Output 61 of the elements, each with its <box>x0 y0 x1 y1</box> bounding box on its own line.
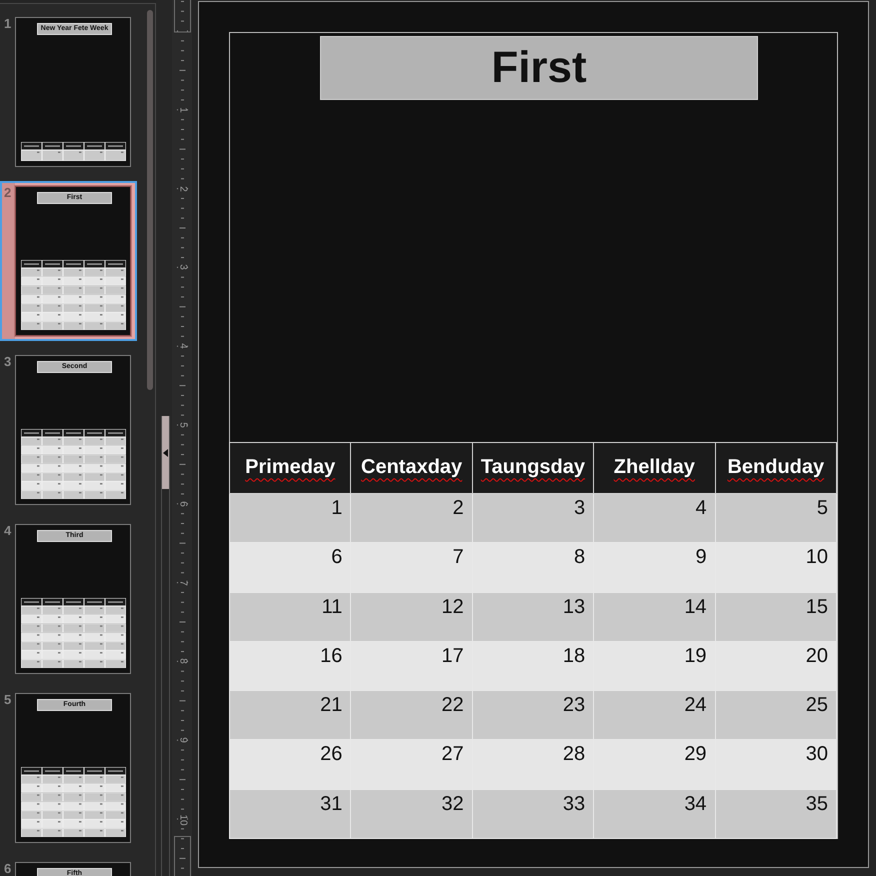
table-cell: 35 <box>715 789 836 838</box>
ruler-number: 7 <box>176 578 188 588</box>
table-cell: 28 <box>472 740 594 790</box>
ruler-number: 3 <box>176 264 188 272</box>
table-cell: 25 <box>715 690 836 740</box>
table-cell: 5 <box>715 493 836 543</box>
table-cell: 17 <box>350 641 472 691</box>
column-header: Primeday <box>230 442 351 494</box>
table-cell: 9 <box>594 542 716 592</box>
slide-number: 4 <box>4 524 12 538</box>
table-cell: 29 <box>594 740 716 790</box>
table-cell: 20 <box>715 641 836 691</box>
slide-number: 3 <box>4 355 12 369</box>
ruler-number: 9 <box>176 736 188 745</box>
slide-number: 5 <box>4 693 12 707</box>
table-cell: 8 <box>472 542 594 592</box>
ruler-number: 10 <box>176 814 188 824</box>
table-cell: 6 <box>230 542 351 592</box>
collapse-panel-button[interactable] <box>162 416 169 489</box>
table-cell: 14 <box>594 592 716 642</box>
table-cell: 32 <box>350 789 472 838</box>
table-cell: 3 <box>472 493 594 543</box>
table-cell: 12 <box>350 592 472 642</box>
table-cell: 4 <box>594 493 716 543</box>
table-cell: 27 <box>350 740 472 790</box>
table-cell: 26 <box>230 740 351 790</box>
table-cell: 31 <box>230 789 351 838</box>
column-header: Taungsday <box>472 442 594 494</box>
scrollbar-thumb[interactable] <box>147 10 153 390</box>
vertical-ruler[interactable]: 1 2 3 4 5 6 7 8 9 10 <box>172 0 192 876</box>
ruler-number: 4 <box>176 342 188 351</box>
slide-number: 1 <box>4 17 12 31</box>
ruler-number: 2 <box>176 184 188 194</box>
table-cell: 10 <box>715 542 836 592</box>
ruler-number: 1 <box>176 106 188 114</box>
table-cell: 7 <box>350 542 472 592</box>
table-cell: 34 <box>594 789 716 838</box>
table-cell: 30 <box>715 740 836 790</box>
slide-title: First <box>320 36 758 100</box>
table-cell: 15 <box>715 592 836 642</box>
table-cell: 13 <box>472 592 594 642</box>
left-triangle-icon <box>163 448 168 456</box>
table-cell: 24 <box>594 690 716 740</box>
table-cell: 11 <box>230 592 351 642</box>
ruler-number: 5 <box>176 421 188 430</box>
table-cell: 33 <box>472 789 594 838</box>
table-cell: 18 <box>472 641 594 691</box>
column-header: Centaxday <box>350 442 472 494</box>
table-cell: 2 <box>350 493 472 543</box>
table-cell: 22 <box>350 690 472 740</box>
column-header: Zhellday <box>594 442 716 494</box>
table-cell: 16 <box>230 641 351 691</box>
ruler-number: 6 <box>176 500 188 508</box>
slide-number: 6 <box>4 862 12 876</box>
ruler-number: 8 <box>176 658 188 666</box>
table-cell: 21 <box>230 690 351 740</box>
table-cell: 19 <box>594 641 716 691</box>
slide-number: 2 <box>4 186 12 200</box>
table-cell: 1 <box>230 493 351 543</box>
column-header: Benduday <box>715 442 836 494</box>
table-cell: 23 <box>472 690 594 740</box>
